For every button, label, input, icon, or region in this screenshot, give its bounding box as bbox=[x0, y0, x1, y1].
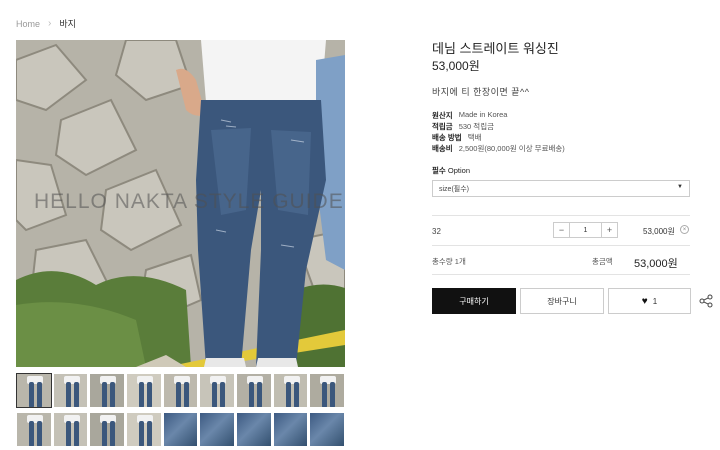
spec-shipping-method: 배송 방법 택배 bbox=[432, 132, 482, 143]
thumbnail-jeans bbox=[73, 382, 79, 407]
spec-key: 적립금 bbox=[432, 122, 453, 131]
thumbnail-jeans bbox=[102, 421, 108, 446]
thumbnail-jeans bbox=[285, 382, 291, 407]
thumbnail[interactable] bbox=[163, 412, 199, 447]
thumbnail-fabric-detail bbox=[200, 413, 234, 446]
thumbnail-jeans bbox=[139, 382, 144, 407]
thumbnail[interactable] bbox=[53, 373, 89, 408]
size-select-value: size(필수) bbox=[439, 186, 469, 193]
add-to-cart-button[interactable]: 장바구니 bbox=[520, 288, 604, 314]
spec-key: 원산지 bbox=[432, 111, 453, 120]
thumbnail-jeans bbox=[212, 382, 218, 407]
quantity-stepper: − 1 + bbox=[553, 222, 618, 238]
option-label-suffix: Option bbox=[447, 166, 471, 175]
thumbnail-jeans bbox=[257, 382, 262, 407]
thumbnail-jeans bbox=[220, 382, 226, 407]
thumbnail-jeans bbox=[147, 421, 152, 446]
total-quantity: 총수량 1개 bbox=[432, 257, 466, 266]
breadcrumb: Home › 바지 bbox=[16, 17, 76, 30]
thumbnail-fabric-detail bbox=[273, 413, 308, 446]
thumbnail[interactable] bbox=[199, 373, 235, 408]
thumbnail[interactable] bbox=[236, 412, 272, 447]
spec-shipping-fee: 배송비 2,500원(80,000원 이상 무료배송) bbox=[432, 143, 565, 154]
selected-option-name: 32 bbox=[432, 227, 441, 236]
thumbnail-jeans bbox=[102, 382, 108, 407]
product-price: 53,000원 bbox=[432, 59, 480, 73]
spec-key: 배송비 bbox=[432, 144, 453, 153]
thumbnail-fabric-detail bbox=[163, 413, 198, 446]
thumbnail[interactable] bbox=[16, 412, 52, 447]
divider bbox=[432, 245, 690, 246]
quantity-increase-button[interactable]: + bbox=[601, 223, 617, 237]
divider bbox=[432, 215, 690, 216]
thumbnail-fabric-detail bbox=[310, 413, 344, 446]
thumbnail[interactable] bbox=[309, 412, 345, 447]
spec-value: Made in Korea bbox=[458, 110, 508, 119]
heart-icon: ♥ bbox=[641, 295, 648, 307]
thumbnail[interactable] bbox=[236, 373, 272, 408]
product-description: 바지에 티 한장이면 끝^^ bbox=[432, 87, 530, 97]
thumbnail-jeans bbox=[29, 421, 34, 446]
spec-origin: 원산지 Made in Korea bbox=[432, 110, 507, 121]
thumbnail-jeans bbox=[322, 382, 328, 407]
spec-value: 530 적립금 bbox=[458, 122, 495, 131]
thumbnail-jeans bbox=[249, 382, 254, 407]
thumbnail-jeans bbox=[37, 421, 42, 446]
selected-item-price: 53,000원 bbox=[643, 227, 675, 236]
remove-item-icon[interactable]: × bbox=[680, 225, 689, 234]
thumbnail-jeans bbox=[65, 421, 71, 446]
share-icon[interactable] bbox=[699, 294, 713, 308]
thumbnail[interactable] bbox=[126, 373, 162, 408]
caret-down-icon: ▼ bbox=[677, 184, 683, 190]
breadcrumb-home-link[interactable]: Home bbox=[16, 19, 40, 29]
thumbnail-jeans bbox=[147, 382, 152, 407]
option-label: 필수 Option bbox=[432, 165, 470, 176]
thumbnail-jeans bbox=[330, 382, 336, 407]
thumbnail-jeans bbox=[293, 382, 299, 407]
total-price-label: 총금액 bbox=[592, 257, 613, 266]
size-select[interactable]: size(필수) ▼ bbox=[432, 180, 690, 197]
thumbnail-jeans bbox=[37, 382, 42, 407]
total-price: 53,000원 bbox=[634, 258, 678, 270]
thumbnail-jeans bbox=[139, 421, 144, 446]
spec-points: 적립금 530 적립금 bbox=[432, 121, 494, 132]
spec-key: 배송 방법 bbox=[432, 133, 462, 142]
divider bbox=[432, 274, 690, 275]
thumbnail[interactable] bbox=[309, 373, 345, 408]
option-label-required: 필수 bbox=[432, 166, 446, 175]
thumbnail-jeans bbox=[110, 382, 116, 407]
thumbnail-jeans bbox=[65, 382, 71, 407]
thumbnail[interactable] bbox=[163, 373, 199, 408]
spec-value: 택배 bbox=[467, 133, 482, 142]
thumbnail[interactable] bbox=[53, 412, 89, 447]
quantity-decrease-button[interactable]: − bbox=[554, 223, 570, 237]
like-button[interactable]: ♥ 1 bbox=[608, 288, 691, 314]
image-watermark: HELLO NAKTA STYLE GUIDE bbox=[34, 190, 344, 213]
thumbnail[interactable] bbox=[199, 412, 235, 447]
thumbnail[interactable] bbox=[273, 373, 309, 408]
thumbnail[interactable] bbox=[16, 373, 52, 408]
thumbnail-jeans bbox=[110, 421, 116, 446]
thumbnail[interactable] bbox=[89, 373, 125, 408]
like-count: 1 bbox=[652, 296, 658, 306]
thumbnail-jeans bbox=[29, 382, 34, 407]
quantity-input[interactable]: 1 bbox=[570, 227, 601, 234]
spec-value: 2,500원(80,000원 이상 무료배송) bbox=[458, 144, 565, 153]
thumbnail-jeans bbox=[183, 382, 189, 407]
product-title: 데님 스트레이트 워싱진 bbox=[432, 41, 559, 56]
chevron-right-icon: › bbox=[48, 18, 52, 29]
thumbnail[interactable] bbox=[273, 412, 309, 447]
thumbnail-jeans bbox=[175, 382, 181, 407]
product-main-image[interactable]: HELLO NAKTA STYLE GUIDE bbox=[16, 40, 345, 367]
thumbnail[interactable] bbox=[126, 412, 162, 447]
thumbnail-jeans bbox=[73, 421, 79, 446]
thumbnail-fabric-detail bbox=[237, 413, 271, 446]
breadcrumb-current[interactable]: 바지 bbox=[59, 17, 76, 30]
thumbnail[interactable] bbox=[89, 412, 125, 447]
buy-now-button[interactable]: 구매하기 bbox=[432, 288, 516, 314]
thumbnail-gallery bbox=[16, 373, 345, 447]
